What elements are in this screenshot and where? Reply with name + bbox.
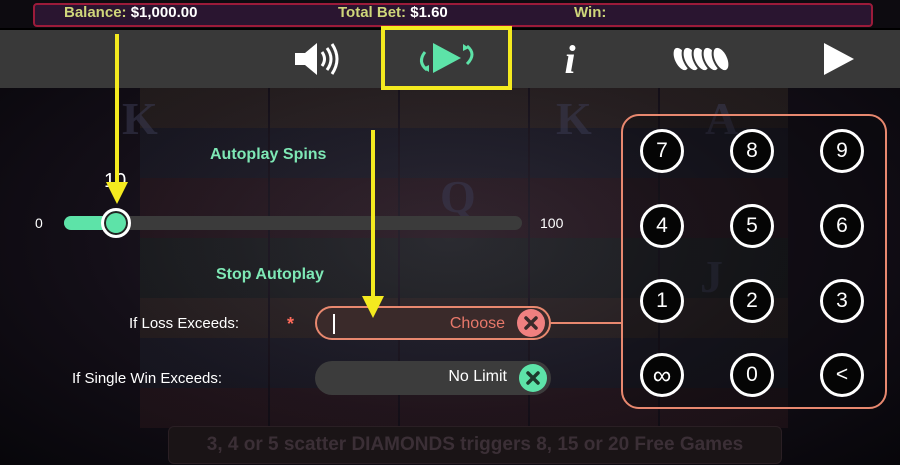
clear-single-win-button[interactable] bbox=[519, 364, 547, 392]
bet-button[interactable] bbox=[664, 30, 740, 88]
total-bet-display: Total Bet: $1.60 bbox=[338, 4, 448, 21]
balance-label: Balance: bbox=[64, 4, 127, 21]
reel-symbol: K bbox=[122, 93, 158, 144]
annotation-arrow-shaft bbox=[115, 34, 119, 184]
win-label: Win: bbox=[574, 4, 607, 21]
autoplay-slider-thumb[interactable] bbox=[101, 208, 131, 238]
autoplay-spins-title: Autoplay Spins bbox=[210, 146, 327, 163]
key-infinity[interactable]: ∞ bbox=[640, 353, 684, 397]
coins-icon bbox=[671, 45, 731, 73]
single-win-label: If Single Win Exceeds: bbox=[72, 370, 223, 387]
reel-symbol: K bbox=[556, 93, 592, 144]
info-icon: i bbox=[564, 36, 576, 82]
game-screen: K K A J Q 3, 4 or 5 scatter DIAMONDS tri… bbox=[0, 0, 900, 465]
win-display: Win: bbox=[574, 4, 606, 21]
text-caret bbox=[333, 314, 335, 334]
menu-bar: i bbox=[0, 26, 900, 90]
autoplay-button[interactable] bbox=[381, 26, 512, 90]
spin-button[interactable] bbox=[812, 30, 864, 88]
autoplay-icon bbox=[419, 43, 473, 73]
sound-button[interactable] bbox=[282, 30, 354, 88]
key-8[interactable]: 8 bbox=[730, 129, 774, 173]
key-backspace[interactable]: < bbox=[820, 353, 864, 397]
key-9[interactable]: 9 bbox=[820, 129, 864, 173]
single-win-field[interactable]: No Limit bbox=[315, 361, 551, 395]
annotation-arrow-head bbox=[362, 296, 384, 318]
annotation-arrow-shaft bbox=[371, 130, 375, 298]
annotation-arrow-head bbox=[106, 182, 128, 204]
info-button[interactable]: i bbox=[548, 30, 592, 88]
autoplay-slider-track[interactable] bbox=[64, 216, 522, 230]
key-2[interactable]: 2 bbox=[730, 279, 774, 323]
single-win-value: No Limit bbox=[448, 368, 507, 385]
speaker-icon bbox=[295, 43, 339, 75]
scatter-info-banner: 3, 4 or 5 scatter DIAMONDS triggers 8, 1… bbox=[168, 426, 782, 464]
required-mark: * bbox=[287, 314, 295, 334]
close-icon bbox=[526, 371, 540, 385]
play-icon bbox=[824, 43, 854, 75]
slider-max-label: 100 bbox=[540, 215, 564, 231]
numeric-keypad: 7 8 9 4 5 6 1 2 3 ∞ 0 < bbox=[621, 114, 887, 409]
clear-loss-button[interactable] bbox=[517, 309, 545, 337]
total-bet-value: $1.60 bbox=[410, 4, 448, 21]
loss-limit-value: Choose bbox=[449, 315, 505, 332]
balance-value: $1,000.00 bbox=[130, 4, 198, 21]
slider-min-label: 0 bbox=[35, 215, 43, 231]
key-7[interactable]: 7 bbox=[640, 129, 684, 173]
keypad-connector bbox=[551, 322, 623, 324]
loss-limit-field[interactable]: Choose bbox=[315, 306, 551, 340]
key-5[interactable]: 5 bbox=[730, 204, 774, 248]
key-0[interactable]: 0 bbox=[730, 353, 774, 397]
close-icon bbox=[524, 316, 538, 330]
info-bar: Balance: $1,000.00 Total Bet: $1.60 Win: bbox=[0, 0, 900, 28]
balance-display: Balance: $1,000.00 bbox=[64, 4, 197, 21]
stop-autoplay-title: Stop Autoplay bbox=[216, 266, 324, 283]
key-1[interactable]: 1 bbox=[640, 279, 684, 323]
total-bet-label: Total Bet: bbox=[338, 4, 407, 21]
key-6[interactable]: 6 bbox=[820, 204, 864, 248]
key-3[interactable]: 3 bbox=[820, 279, 864, 323]
loss-exceeds-label: If Loss Exceeds: bbox=[129, 315, 240, 332]
key-4[interactable]: 4 bbox=[640, 204, 684, 248]
